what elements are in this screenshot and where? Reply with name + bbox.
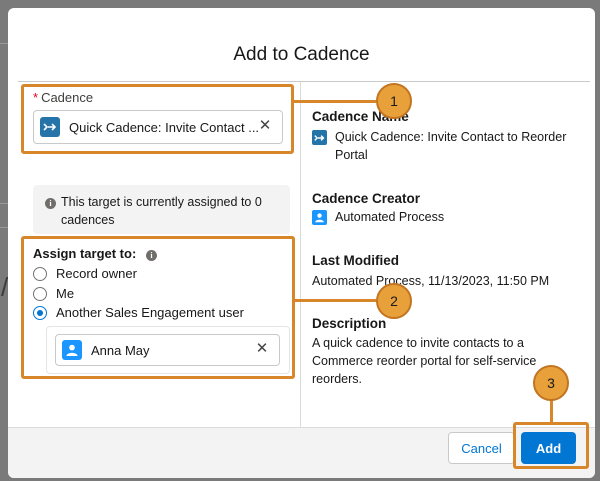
header-divider xyxy=(18,81,590,82)
backdrop-line xyxy=(0,227,8,228)
callout-badge-2: 2 xyxy=(376,283,412,319)
modal-title: Add to Cadence xyxy=(233,44,370,65)
callout-connector-3 xyxy=(550,399,553,423)
cadence-name-link[interactable]: Quick Cadence: Invite Contact to Reorder… xyxy=(335,128,590,164)
backdrop-line xyxy=(0,43,8,44)
user-icon xyxy=(312,210,327,225)
cadence-name-row: Quick Cadence: Invite Contact to Reorder… xyxy=(312,128,590,164)
cancel-button[interactable]: Cancel xyxy=(448,432,515,464)
info-icon: i xyxy=(45,198,56,209)
callout-connector-2 xyxy=(295,299,376,302)
column-divider xyxy=(300,82,301,427)
cadence-creator-link[interactable]: Automated Process xyxy=(335,208,444,226)
assignment-info-text: This target is currently assigned to 0 c… xyxy=(61,195,262,227)
description-heading: Description xyxy=(312,316,387,331)
callout-highlight-1 xyxy=(21,84,294,154)
callout-highlight-3 xyxy=(513,422,589,469)
callout-highlight-2 xyxy=(21,236,295,379)
callout-badge-3: 3 xyxy=(533,365,569,401)
backdrop-line xyxy=(0,203,8,204)
callout-badge-1: 1 xyxy=(376,83,412,119)
cadence-creator-heading: Cadence Creator xyxy=(312,191,421,206)
cadence-creator-row: Automated Process xyxy=(312,208,444,226)
cadence-icon xyxy=(312,130,327,145)
last-modified-heading: Last Modified xyxy=(312,253,399,268)
last-modified-value: Automated Process, 11/13/2023, 11:50 PM xyxy=(312,274,550,288)
assignment-info-box: i This target is currently assigned to 0… xyxy=(33,185,290,234)
callout-connector-1 xyxy=(294,100,376,103)
